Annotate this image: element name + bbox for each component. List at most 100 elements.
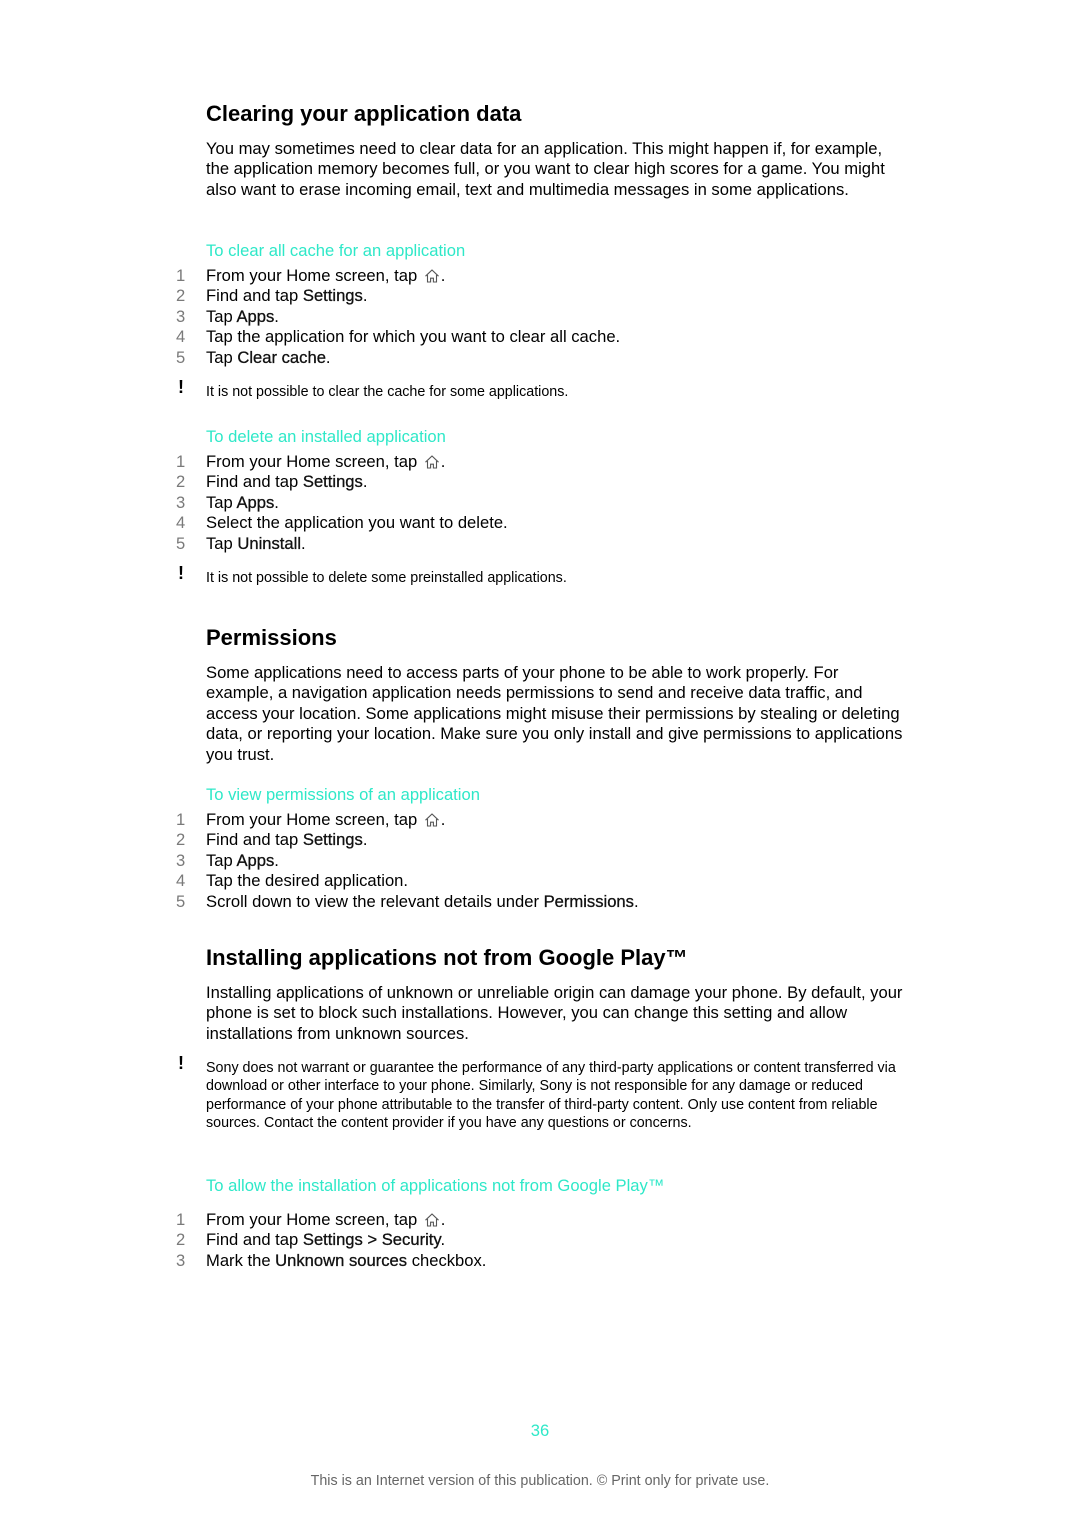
step-text: Tap Apps. [206, 851, 279, 871]
step-text: Select the application you want to delet… [206, 513, 508, 533]
step-text: Find and tap Settings. [206, 472, 367, 492]
step-text-plain: Find and tap [206, 472, 303, 492]
step-text: Find and tap Settings > Security. [206, 1230, 445, 1250]
step-text-plain: Select the application you want to delet… [206, 513, 508, 533]
step-text-plain: From your Home screen, tap [206, 810, 422, 829]
step-text: From your Home screen, tap . [206, 810, 445, 830]
exclamation-icon: ! [178, 1053, 184, 1073]
step-number: 1 [176, 810, 186, 829]
step-number: 5 [176, 533, 186, 553]
section-intro: You may sometimes need to clear data for… [206, 139, 885, 199]
step-text: Tap Apps. [206, 307, 279, 327]
ui-element-name: Settings > Security [302, 1230, 441, 1250]
step-text: Tap the desired application. [206, 871, 408, 891]
step-text: From your Home screen, tap . [206, 452, 445, 472]
page-number: 36 [530, 1421, 550, 1440]
section-title: Clearing your application data [206, 101, 522, 126]
ui-element-name: Unknown sources [275, 1250, 408, 1270]
home-icon [424, 268, 440, 284]
step-text-suffix: . [362, 286, 368, 306]
step-text-suffix: . [440, 1210, 446, 1229]
procedure-heading: To view permissions of an application [206, 785, 480, 804]
step-text: Find and tap Settings. [206, 830, 367, 850]
step-number: 4 [176, 513, 186, 533]
step-number: 3 [176, 850, 186, 870]
step-text-plain: From your Home screen, tap [206, 452, 422, 471]
step-text-plain: Tap [206, 850, 237, 870]
step-number: 2 [176, 830, 186, 850]
step-text-plain: Tap the application for which you want t… [206, 327, 621, 347]
step-text-suffix: . [440, 810, 446, 829]
step-text-suffix: . [274, 850, 279, 870]
step-number: 2 [176, 472, 186, 492]
section-title: Permissions [206, 625, 337, 650]
step-text-plain: Find and tap [206, 830, 303, 850]
step-text-suffix: . [440, 266, 446, 285]
step-text-plain: From your Home screen, tap [206, 1210, 422, 1229]
ui-element-name: Uninstall [237, 533, 302, 553]
step-text-suffix: . [362, 830, 368, 850]
step-text-plain: Scroll down to view the relevant details… [206, 891, 544, 911]
step-text: From your Home screen, tap . [206, 1210, 445, 1230]
section-title: Installing applications not from Google … [206, 945, 688, 970]
step-number: 4 [176, 871, 186, 891]
ui-element-name: Settings [302, 830, 363, 850]
step-text-plain: Tap the desired application. [206, 871, 409, 891]
exclamation-icon: ! [178, 563, 184, 583]
ui-element-name: Settings [302, 472, 363, 492]
ui-element-name: Permissions [543, 891, 634, 911]
step-text: Tap Uninstall. [206, 533, 306, 554]
section-intro: Installing applications of unknown or un… [206, 983, 903, 1043]
ui-element-name: Apps [236, 850, 275, 870]
step-number: 3 [176, 306, 186, 326]
step-text-plain: Tap [206, 533, 238, 553]
step-number: 1 [176, 452, 186, 471]
home-icon [424, 454, 440, 470]
step-text-plain: Tap [206, 306, 237, 326]
step-text: Tap Clear cache. [206, 347, 331, 368]
home-icon [424, 1212, 440, 1228]
step-text-suffix: . [274, 492, 279, 512]
step-text-suffix: . [325, 347, 331, 367]
step-number: 2 [176, 286, 186, 306]
step-text-suffix: checkbox. [407, 1250, 487, 1270]
ui-element-name: Clear cache [237, 347, 326, 367]
ui-element-name: Apps [236, 306, 275, 326]
step-text: Mark the Unknown sources checkbox. [206, 1251, 486, 1271]
step-number: 5 [176, 347, 186, 367]
home-icon [424, 812, 440, 828]
step-number: 1 [176, 1210, 186, 1229]
step-text-plain: From your Home screen, tap [206, 266, 422, 285]
step-text-plain: Mark the [206, 1250, 276, 1270]
step-text: From your Home screen, tap . [206, 266, 445, 286]
step-text-plain: Tap [206, 347, 238, 367]
section-intro: Some applications need to access parts o… [206, 663, 903, 764]
step-text-suffix: . [440, 452, 446, 471]
step-number: 3 [176, 1250, 186, 1270]
exclamation-icon: ! [178, 377, 184, 397]
procedure-heading: To clear all cache for an application [206, 241, 466, 260]
step-number: 3 [176, 492, 186, 512]
ui-element-name: Settings [302, 286, 363, 306]
step-number: 2 [176, 1230, 186, 1250]
step-number: 4 [176, 327, 186, 347]
note-text: It is not possible to clear the cache fo… [206, 384, 569, 400]
step-text-plain: Find and tap [206, 286, 303, 306]
step-text-suffix: . [362, 472, 368, 492]
step-text-plain: Find and tap [206, 1230, 303, 1250]
step-text: Scroll down to view the relevant details… [206, 891, 639, 912]
step-text-suffix: . [440, 1230, 446, 1250]
procedure-heading: To delete an installed application [206, 427, 446, 446]
step-text: Tap the application for which you want t… [206, 327, 620, 347]
ui-element-name: Apps [236, 492, 275, 512]
step-number: 1 [176, 266, 186, 285]
step-text-suffix: . [633, 891, 639, 911]
step-text: Find and tap Settings. [206, 286, 367, 306]
step-text-suffix: . [301, 533, 306, 553]
warning-text: Sony does not warrant or guarantee the p… [206, 1060, 896, 1132]
note-text: It is not possible to delete some preins… [206, 570, 567, 586]
procedure-heading: To allow the installation of application… [206, 1176, 665, 1195]
footer-notice: This is an Internet version of this publ… [310, 1473, 770, 1489]
step-text: Tap Apps. [206, 493, 279, 513]
step-number: 5 [176, 891, 186, 911]
